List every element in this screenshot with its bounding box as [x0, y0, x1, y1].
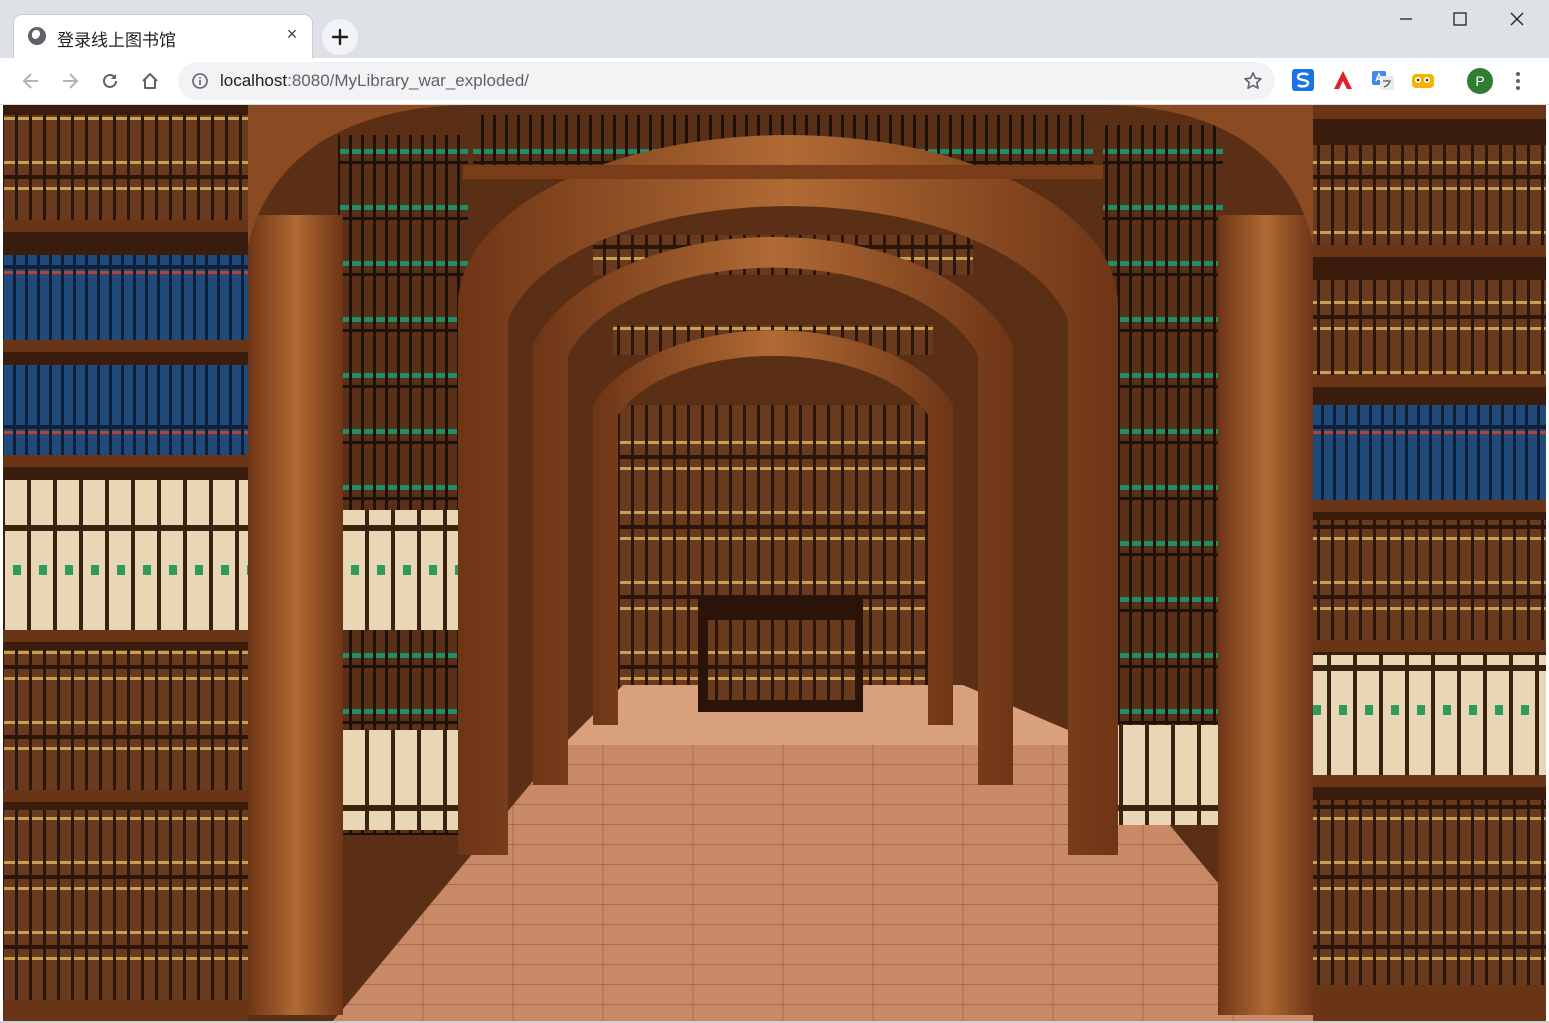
back-button[interactable] — [16, 66, 46, 96]
browser-toolbar: localhost:8080/MyLibrary_war_exploded/ P — [0, 58, 1549, 105]
plus-icon — [331, 28, 349, 46]
library-illustration — [3, 105, 1546, 1021]
google-translate-extension-icon[interactable] — [1371, 68, 1395, 92]
minimize-icon — [1400, 18, 1412, 20]
globe-favicon-icon — [28, 27, 46, 45]
reload-button[interactable] — [95, 66, 125, 96]
new-tab-button[interactable] — [322, 19, 358, 55]
star-icon[interactable] — [1243, 71, 1263, 91]
tab-close-icon[interactable]: × — [282, 24, 302, 44]
home-button[interactable] — [135, 66, 165, 96]
tampermonkey-extension-icon[interactable] — [1411, 68, 1435, 92]
close-icon — [1510, 12, 1524, 26]
url-host: localhost — [220, 71, 288, 90]
maximize-icon — [1453, 12, 1467, 26]
url-path: :8080/MyLibrary_war_exploded/ — [287, 71, 530, 90]
window-close-button[interactable] — [1494, 4, 1540, 34]
maximize-button[interactable] — [1437, 4, 1483, 34]
adobe-acrobat-extension-icon[interactable] — [1331, 68, 1355, 92]
reload-icon — [103, 73, 117, 88]
active-tab[interactable]: 登录线上图书馆 × — [14, 15, 312, 58]
tab-title: 登录线上图书馆 — [57, 31, 176, 51]
forward-button[interactable] — [55, 66, 85, 96]
kebab-menu-icon[interactable] — [1508, 68, 1528, 94]
info-icon[interactable] — [192, 73, 208, 89]
profile-avatar[interactable]: P — [1467, 68, 1493, 94]
arrow-left-icon — [22, 73, 38, 89]
url-text: localhost:8080/MyLibrary_war_exploded/ — [220, 71, 529, 91]
sogou-s-extension-icon[interactable] — [1291, 68, 1315, 92]
library-background-image — [3, 105, 1546, 1021]
minimize-button[interactable] — [1383, 4, 1429, 34]
home-icon — [142, 73, 158, 89]
arrow-right-icon — [63, 73, 79, 89]
address-bar[interactable]: localhost:8080/MyLibrary_war_exploded/ — [178, 62, 1275, 100]
tab-strip: 登录线上图书馆 × — [0, 0, 1549, 58]
